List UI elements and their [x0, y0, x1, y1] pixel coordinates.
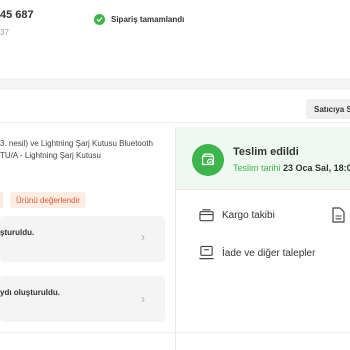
contact-seller-button[interactable]: Satıcıya S — [306, 99, 350, 119]
chevron-right-icon: › — [141, 292, 145, 306]
order-status-text: Sipariş tamamlandı — [111, 15, 185, 24]
divider — [0, 332, 350, 333]
divider — [176, 189, 350, 190]
document-icon[interactable] — [331, 207, 345, 223]
clipped-tag — [0, 192, 3, 208]
check-circle-icon — [94, 14, 105, 25]
divider — [0, 122, 350, 123]
delivery-title: Teslim edildi — [233, 146, 299, 158]
chevron-right-icon: › — [141, 230, 145, 244]
cargo-box-icon — [199, 209, 214, 222]
product-name[interactable]: 3. nesil) ve Lightning Şarj Kutusu Bluet… — [0, 138, 170, 162]
returns-requests-button[interactable]: İade ve diğer talepler — [199, 245, 315, 261]
message-text: şturuldu. — [0, 228, 35, 237]
returns-requests-label: İade ve diğer talepler — [222, 247, 316, 259]
cargo-tracking-label: Kargo takibi — [222, 209, 275, 221]
order-sub-info: 37 — [0, 28, 9, 37]
review-product-button[interactable]: Ürünü değerlendir — [10, 192, 87, 208]
message-text: ydı oluşturuldu. — [0, 288, 60, 297]
order-header-card: 45 687 37 Sipariş tamamlandı — [0, 0, 350, 78]
message-card[interactable]: ydı oluşturuldu. › — [0, 276, 165, 322]
delivery-date-value: 23 Oca Sal, 18:0 — [283, 163, 350, 173]
cargo-tracking-button[interactable]: Kargo takibi — [199, 208, 275, 222]
delivery-date-label: Teslim tarihi — [233, 163, 281, 173]
delivery-date: Teslim tarihi 23 Oca Sal, 18:0 — [233, 163, 350, 173]
order-number: 45 687 — [0, 9, 34, 21]
message-card[interactable]: şturuldu. › — [0, 216, 165, 262]
product-name-line-2: TU/A - Lightning Şarj Kutusu — [0, 151, 101, 160]
return-box-icon — [199, 245, 214, 260]
delivered-box-icon — [192, 144, 224, 176]
product-name-line-1: 3. nesil) ve Lightning Şarj Kutusu Bluet… — [0, 139, 153, 148]
order-status: Sipariş tamamlandı — [94, 14, 184, 25]
